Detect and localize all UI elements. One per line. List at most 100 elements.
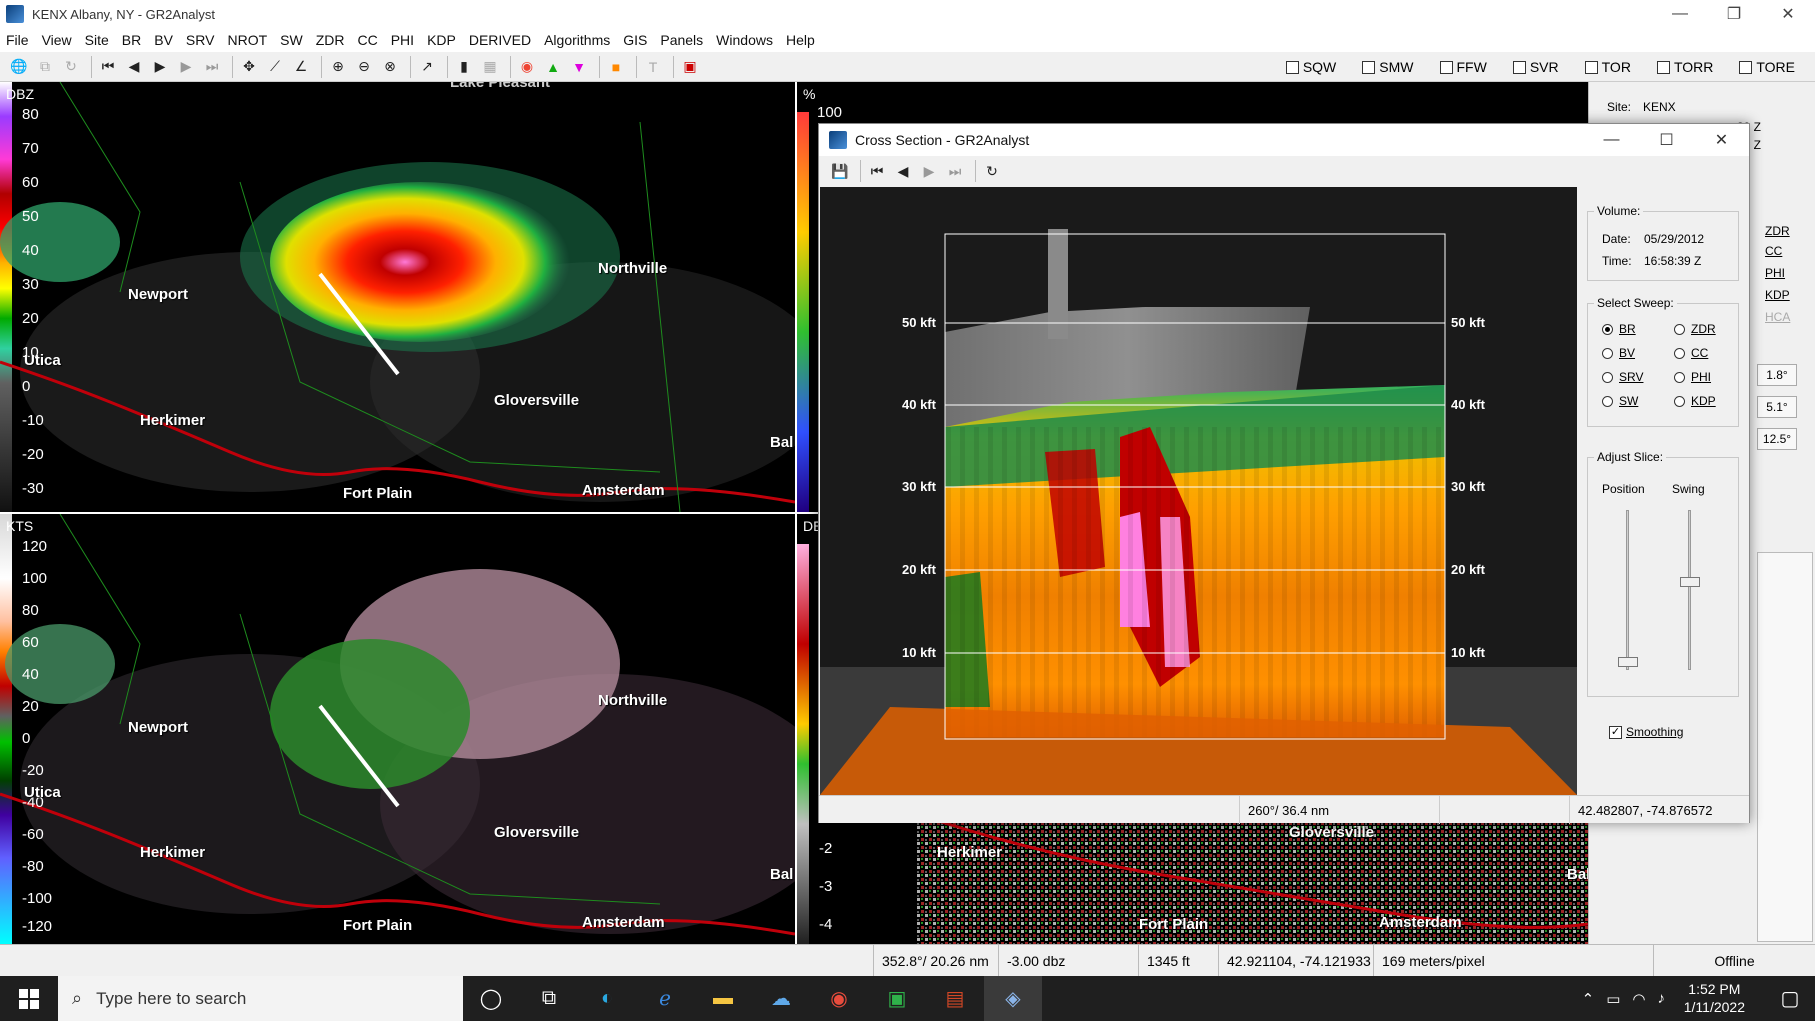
start-button[interactable] bbox=[0, 976, 58, 1021]
position-slider-thumb[interactable] bbox=[1618, 657, 1638, 667]
menu-panels[interactable]: Panels bbox=[660, 32, 703, 48]
product-phi[interactable]: PHI bbox=[1765, 266, 1785, 280]
menu-gis[interactable]: GIS bbox=[623, 32, 647, 48]
swing-slider-track[interactable] bbox=[1688, 510, 1691, 670]
grid-icon[interactable]: ▦ bbox=[479, 56, 501, 78]
menu-kdp[interactable]: KDP bbox=[427, 32, 456, 48]
line-tool-icon[interactable]: ⟋ bbox=[264, 56, 286, 78]
zoom-out-icon[interactable]: ⊖ bbox=[353, 56, 375, 78]
tray-chevron-icon[interactable]: ⌃ bbox=[1582, 990, 1595, 1008]
task-view-icon[interactable]: ⧉ bbox=[520, 976, 578, 1021]
skip-first-icon[interactable]: ⏮ bbox=[866, 160, 888, 182]
radio-dot[interactable] bbox=[1602, 347, 1613, 359]
warn-sqw[interactable]: SQW bbox=[1285, 59, 1336, 75]
checkbox[interactable] bbox=[1285, 60, 1299, 74]
cross-section-canvas[interactable]: 50 kft 50 kft 40 kft 40 kft 30 kft 30 kf… bbox=[820, 187, 1577, 795]
chat-app-icon[interactable]: ▣ bbox=[868, 976, 926, 1021]
cortana-icon[interactable]: ◯ bbox=[462, 976, 520, 1021]
warn-tore[interactable]: TORE bbox=[1739, 59, 1795, 75]
edge-icon[interactable]: ◐ bbox=[578, 976, 636, 1021]
position-slider-track[interactable] bbox=[1626, 510, 1629, 670]
sweep-srv[interactable]: SRV bbox=[1602, 370, 1643, 384]
internet-explorer-icon[interactable]: ℯ bbox=[636, 976, 694, 1021]
skip-last-icon[interactable]: ⏭ bbox=[201, 56, 223, 78]
radio-dot[interactable] bbox=[1674, 395, 1685, 407]
arrow-tool-icon[interactable]: ↗ bbox=[416, 56, 438, 78]
angle-tool-icon[interactable]: ∠ bbox=[290, 56, 312, 78]
zoom-in-icon[interactable]: ⊕ bbox=[327, 56, 349, 78]
menu-phi[interactable]: PHI bbox=[391, 32, 414, 48]
globe-icon[interactable]: 🌐 bbox=[8, 56, 30, 78]
close-button[interactable]: ✕ bbox=[1694, 124, 1749, 156]
menu-br[interactable]: BR bbox=[122, 32, 141, 48]
save-icon[interactable]: 💾 bbox=[829, 160, 851, 182]
cross-section-window[interactable]: Cross Section - GR2Analyst — ☐ ✕ 💾 ⏮ ◀ ▶… bbox=[818, 123, 1750, 824]
menu-file[interactable]: File bbox=[6, 32, 29, 48]
checkbox[interactable] bbox=[1439, 60, 1453, 74]
stop-icon[interactable]: ▣ bbox=[679, 56, 701, 78]
maximize-button[interactable]: ☐ bbox=[1639, 124, 1694, 156]
reflectivity-pane[interactable]: DBZ 80 70 60 50 40 30 20 10 0 -10 -20 -3… bbox=[0, 82, 795, 512]
minimize-button[interactable]: — bbox=[1584, 124, 1639, 156]
volume-icon[interactable]: ♪ bbox=[1658, 990, 1666, 1007]
radio-dot[interactable] bbox=[1674, 323, 1685, 335]
menu-view[interactable]: View bbox=[42, 32, 72, 48]
menu-windows[interactable]: Windows bbox=[716, 32, 773, 48]
menu-nrot[interactable]: NROT bbox=[227, 32, 267, 48]
radio-dot[interactable] bbox=[1602, 371, 1613, 383]
menu-cc[interactable]: CC bbox=[357, 32, 377, 48]
taskbar-search[interactable]: ⌕ Type here to search bbox=[58, 976, 463, 1021]
menu-zdr[interactable]: ZDR bbox=[316, 32, 345, 48]
product-kdp[interactable]: KDP bbox=[1765, 288, 1790, 302]
placefile-icon[interactable]: ■ bbox=[605, 56, 627, 78]
sweep-zdr[interactable]: ZDR bbox=[1674, 322, 1716, 336]
wifi-icon[interactable]: ◠ bbox=[1632, 990, 1645, 1008]
checkbox[interactable] bbox=[1584, 60, 1598, 74]
sweep-sw[interactable]: SW bbox=[1602, 394, 1638, 408]
velocity-pane[interactable]: KTS 120 100 80 60 40 20 0 -20 -40 -60 -8… bbox=[0, 514, 795, 944]
smoothing-toggle[interactable]: ✓ Smoothing bbox=[1609, 725, 1683, 739]
powerpoint-icon[interactable]: ▤ bbox=[926, 976, 984, 1021]
sweep-cc[interactable]: CC bbox=[1674, 346, 1708, 360]
weather-app-icon[interactable]: ☁ bbox=[752, 976, 810, 1021]
gr2analyst-taskbar-icon[interactable]: ◈ bbox=[984, 976, 1042, 1021]
triangle-down-icon[interactable]: ▼ bbox=[568, 56, 590, 78]
close-button[interactable]: ✕ bbox=[1761, 0, 1815, 28]
taskbar-clock[interactable]: 1:52 PM 1/11/2022 bbox=[1684, 980, 1745, 1016]
radio-dot[interactable] bbox=[1674, 371, 1685, 383]
triangle-up-icon[interactable]: ▲ bbox=[542, 56, 564, 78]
menu-help[interactable]: Help bbox=[786, 32, 815, 48]
cross-section-title-bar[interactable]: Cross Section - GR2Analyst — ☐ ✕ bbox=[819, 124, 1749, 156]
swing-slider-thumb[interactable] bbox=[1680, 577, 1700, 587]
refresh-icon[interactable]: ↻ bbox=[60, 56, 82, 78]
step-forward-icon[interactable]: ▶ bbox=[918, 160, 940, 182]
chrome-icon[interactable]: ◉ bbox=[810, 976, 868, 1021]
menu-srv[interactable]: SRV bbox=[186, 32, 215, 48]
sweep-kdp[interactable]: KDP bbox=[1674, 394, 1716, 408]
tilt-button[interactable]: 5.1° bbox=[1757, 396, 1797, 418]
checkbox[interactable] bbox=[1362, 60, 1376, 74]
notifications-icon[interactable]: ▢ bbox=[1765, 976, 1815, 1021]
copy-icon[interactable]: ⧉ bbox=[34, 56, 56, 78]
checkbox[interactable] bbox=[1512, 60, 1526, 74]
step-back-icon[interactable]: ◀ bbox=[123, 56, 145, 78]
warn-tor[interactable]: TOR bbox=[1584, 59, 1631, 75]
smoothing-checkbox[interactable]: ✓ bbox=[1609, 725, 1622, 739]
text-icon[interactable]: T bbox=[642, 56, 664, 78]
battery-icon[interactable]: ▭ bbox=[1606, 990, 1620, 1008]
radio-dot[interactable] bbox=[1602, 323, 1613, 335]
warn-svr[interactable]: SVR bbox=[1512, 59, 1559, 75]
color-wheel-icon[interactable]: ◉ bbox=[516, 56, 538, 78]
tilt-button[interactable]: 12.5° bbox=[1757, 428, 1797, 450]
checkbox[interactable] bbox=[1739, 60, 1753, 74]
product-hca[interactable]: HCA bbox=[1765, 310, 1790, 324]
menu-sw[interactable]: SW bbox=[280, 32, 303, 48]
product-cc[interactable]: CC bbox=[1765, 244, 1782, 258]
step-back-icon[interactable]: ◀ bbox=[892, 160, 914, 182]
step-forward-icon[interactable]: ▶ bbox=[175, 56, 197, 78]
layer-icon[interactable]: ▮ bbox=[453, 56, 475, 78]
warn-torr[interactable]: TORR bbox=[1656, 59, 1713, 75]
menu-algorithms[interactable]: Algorithms bbox=[544, 32, 610, 48]
minimize-button[interactable]: — bbox=[1653, 0, 1707, 28]
menu-site[interactable]: Site bbox=[85, 32, 109, 48]
